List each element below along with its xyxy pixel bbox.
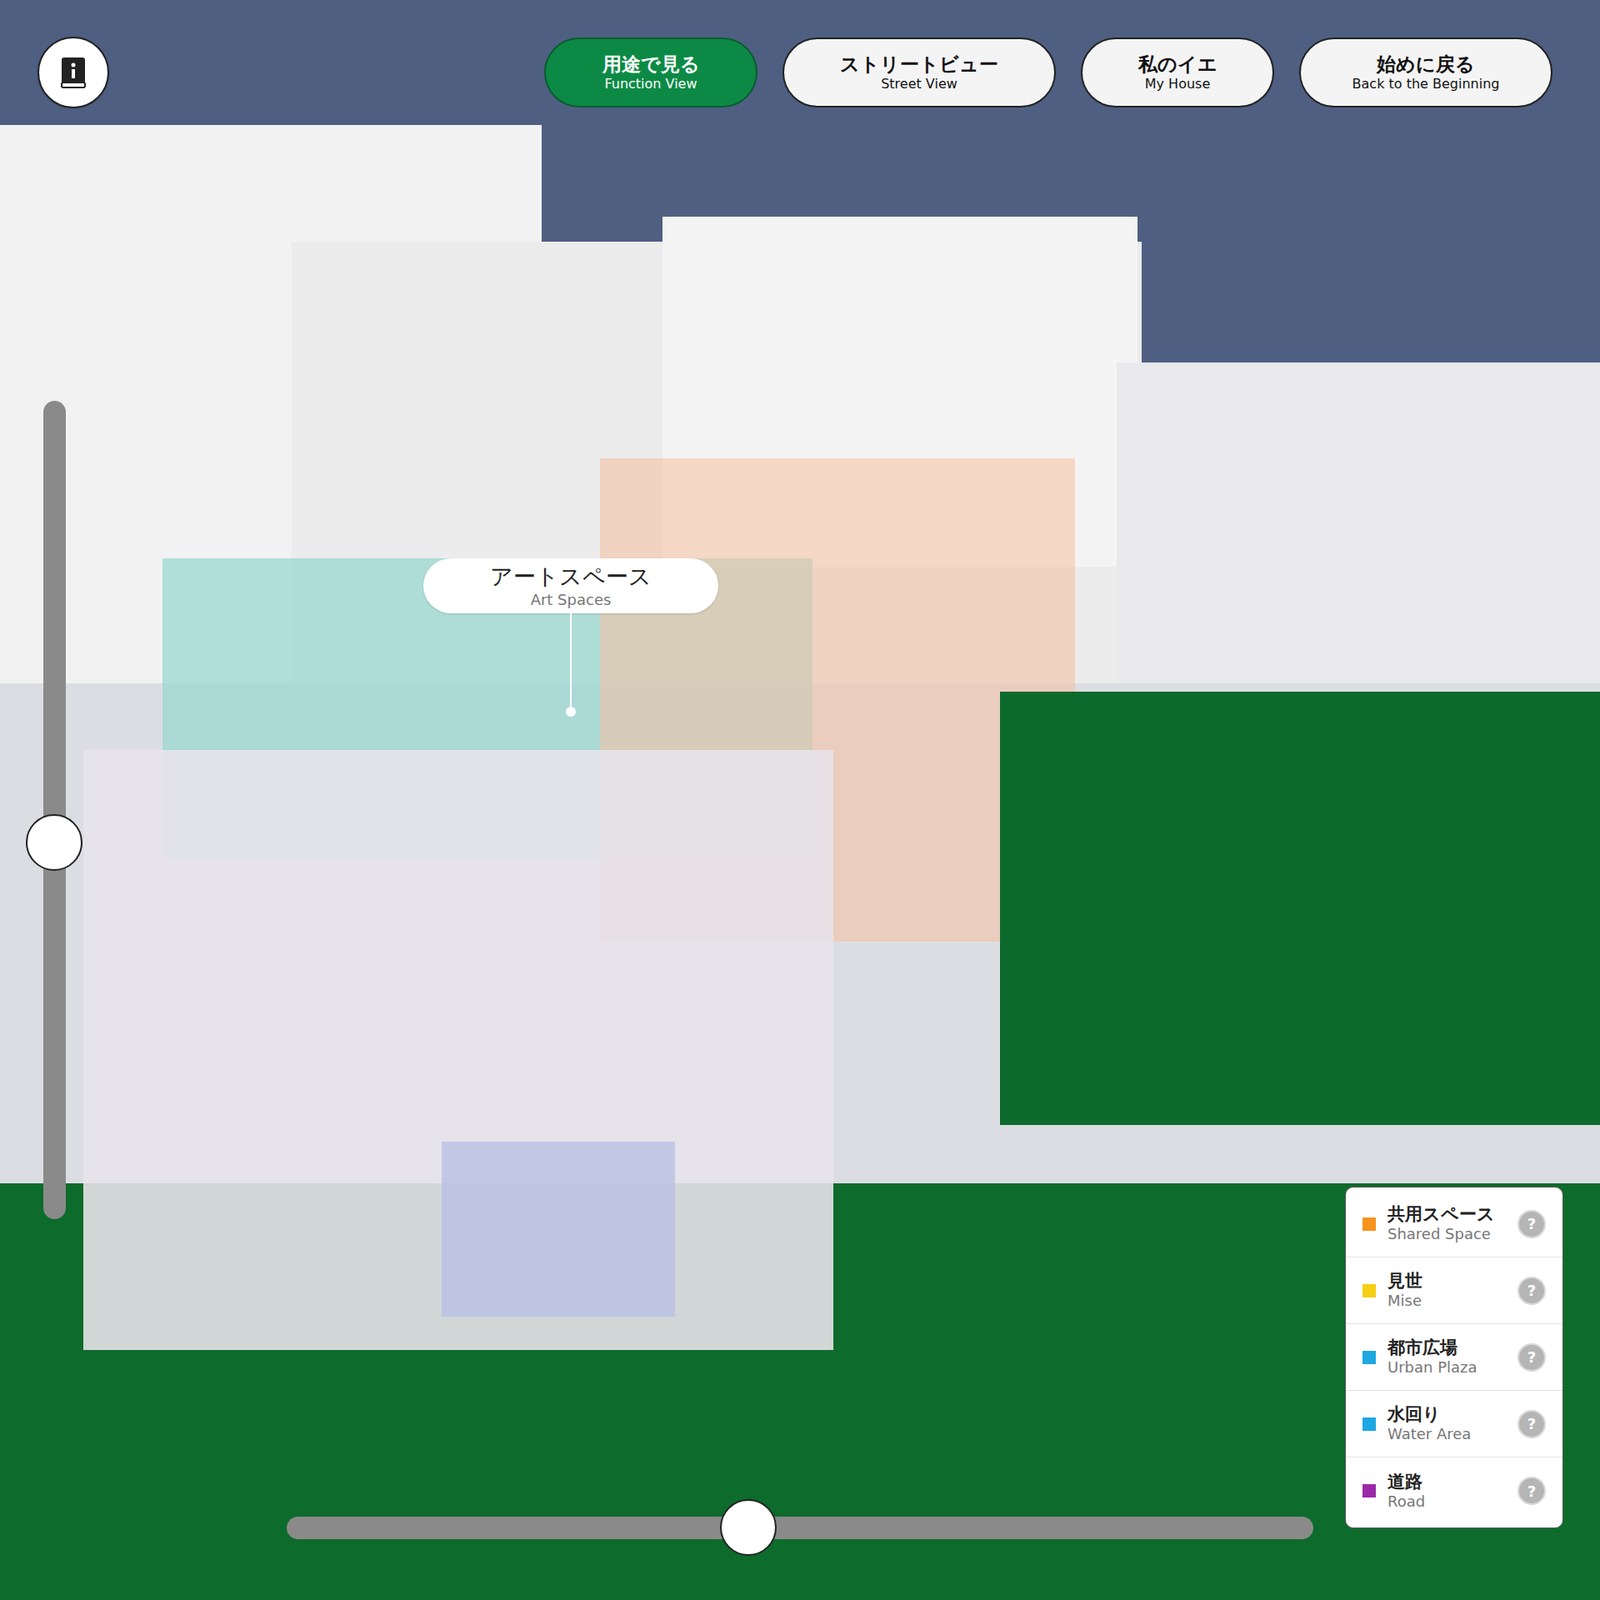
- legend-panel: 共用スペースShared Space?見世Mise?都市広場Urban Plaz…: [1345, 1186, 1564, 1529]
- green-roof: [1000, 691, 1600, 1125]
- legend-sublabel: Mise: [1387, 1291, 1506, 1311]
- legend-label: 都市広場: [1387, 1336, 1506, 1359]
- legend-item: 見世Mise?: [1345, 1257, 1563, 1325]
- help-button[interactable]: ?: [1517, 1476, 1546, 1505]
- help-button[interactable]: ?: [1517, 1343, 1546, 1372]
- help-button[interactable]: ?: [1517, 1276, 1546, 1305]
- legend-sublabel: Shared Space: [1387, 1225, 1506, 1245]
- tab-sublabel: Street View: [880, 75, 958, 93]
- legend-text: 水回りWater Area: [1387, 1403, 1506, 1445]
- app: アートスペースArt Spaces 用途で見るFunction View ストリー…: [0, 0, 1600, 1600]
- legend-text: 見世Mise: [1387, 1270, 1506, 1311]
- help-button[interactable]: ?: [1517, 1210, 1546, 1239]
- view-tab[interactable]: 用途で見るFunction View: [544, 37, 758, 108]
- tab-label: 私のイエ: [1138, 52, 1218, 77]
- tab-sublabel: My House: [1145, 75, 1211, 93]
- legend-label: 道路: [1387, 1470, 1506, 1493]
- legend-swatch: [1362, 1217, 1376, 1231]
- legend-item: 水回りWater Area?: [1345, 1390, 1563, 1458]
- legend-label: 共用スペース: [1387, 1203, 1506, 1225]
- view-tab[interactable]: ストリートビューStreet View: [782, 37, 1056, 108]
- legend-text: 道路Road: [1387, 1470, 1506, 1512]
- callout-subtitle: Art Spaces: [530, 590, 612, 610]
- view-tab[interactable]: 始めに戻るBack to the Beginning: [1299, 37, 1553, 108]
- legend-swatch: [1362, 1484, 1376, 1498]
- callout-label: アートスペースArt Spaces: [423, 558, 719, 614]
- legend-label: 水回り: [1387, 1403, 1506, 1425]
- legend-swatch: [1362, 1350, 1376, 1365]
- legend-item: 都市広場Urban Plaza?: [1345, 1324, 1563, 1391]
- tab-sublabel: Back to the Beginning: [1352, 75, 1500, 93]
- tab-label: ストリートビュー: [840, 52, 999, 77]
- legend-item: 共用スペースShared Space?: [1345, 1190, 1563, 1258]
- legend-item: 道路Road?: [1345, 1457, 1563, 1525]
- help-button[interactable]: ?: [1517, 1410, 1546, 1439]
- legend-sublabel: Water Area: [1387, 1425, 1506, 1445]
- info-button[interactable]: [37, 36, 110, 109]
- vertical-slider-track[interactable]: [43, 400, 66, 1220]
- legend-text: 都市広場Urban Plaza: [1387, 1336, 1506, 1378]
- book-icon: [58, 55, 89, 90]
- callout-title: アートスペース: [490, 562, 652, 591]
- legend-label: 見世: [1387, 1270, 1506, 1292]
- view-tabs: 用途で見るFunction View ストリートビューStreet View 私のイ…: [544, 37, 1553, 108]
- tab-sublabel: Function View: [604, 75, 697, 93]
- horizontal-slider-thumb[interactable]: [720, 1499, 777, 1556]
- tab-label: 始めに戻る: [1376, 52, 1475, 77]
- legend-sublabel: Road: [1387, 1492, 1506, 1512]
- horizontal-slider-track[interactable]: [286, 1516, 1314, 1540]
- vertical-slider-thumb[interactable]: [25, 814, 83, 871]
- callout-dot: [565, 706, 576, 717]
- callout: アートスペースArt Spaces: [423, 558, 719, 717]
- legend-text: 共用スペースShared Space: [1387, 1203, 1506, 1245]
- legend-swatch: [1362, 1284, 1376, 1298]
- legend-sublabel: Urban Plaza: [1387, 1358, 1506, 1378]
- legend-swatch: [1362, 1417, 1376, 1431]
- callout-stem: [570, 613, 572, 712]
- shared-room: [441, 1141, 675, 1317]
- view-tab[interactable]: 私のイエMy House: [1080, 37, 1275, 108]
- building: [1116, 362, 1600, 696]
- tab-label: 用途で見る: [602, 52, 700, 77]
